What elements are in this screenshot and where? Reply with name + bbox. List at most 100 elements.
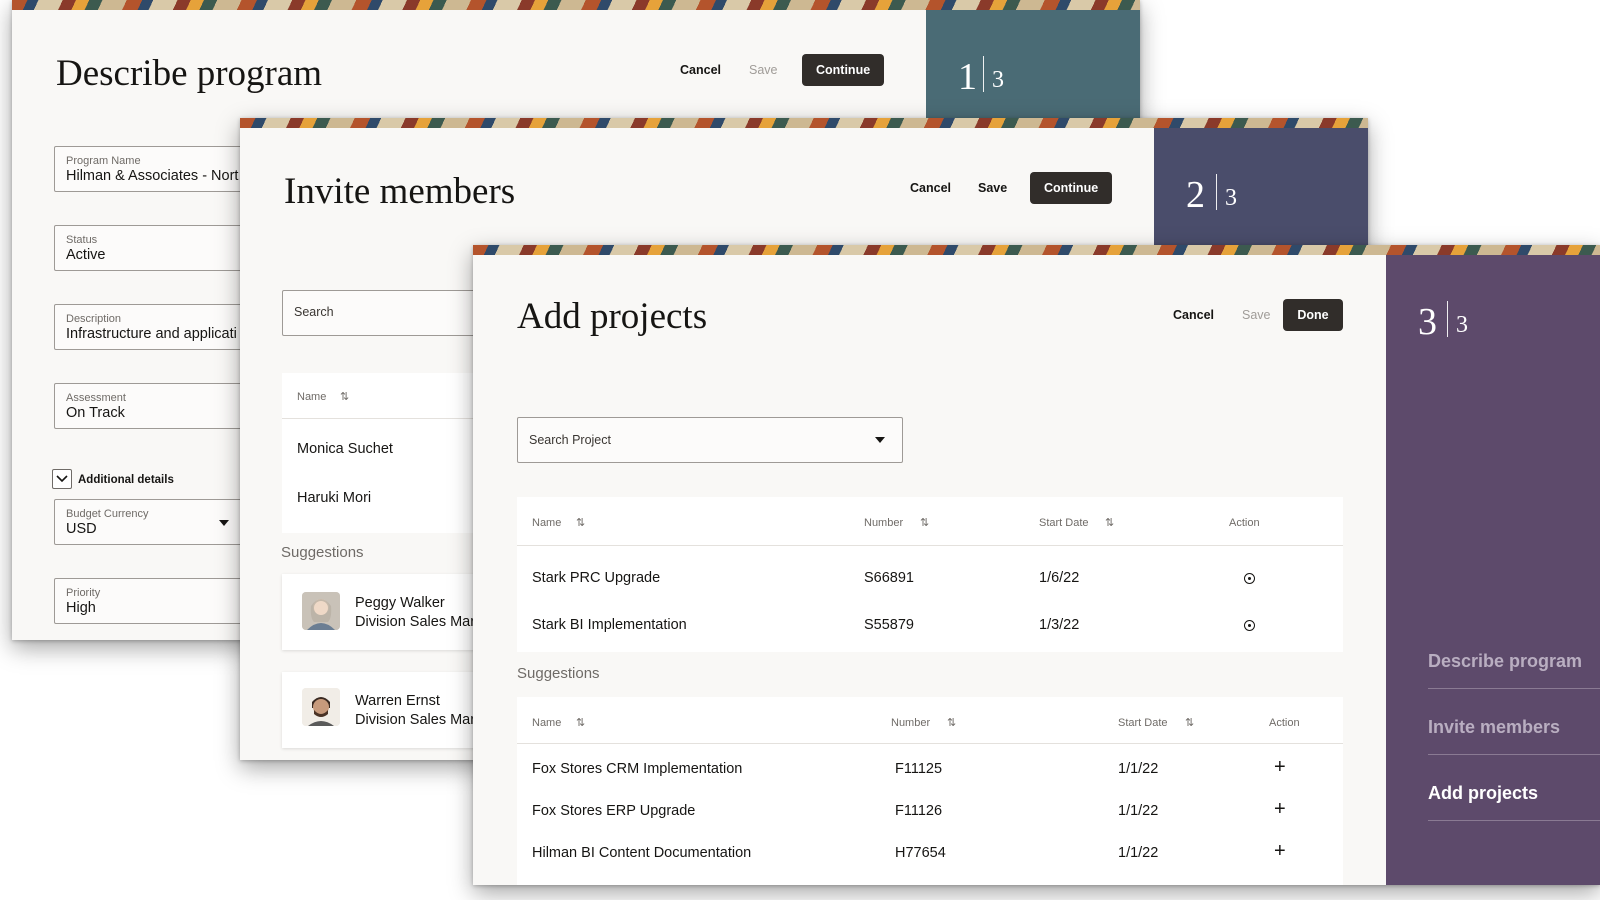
save-button[interactable]: Save xyxy=(978,172,1007,204)
add-icon[interactable]: + xyxy=(1274,841,1286,861)
step-current: 3 xyxy=(1418,301,1437,343)
suggestion-name: Peggy Walker xyxy=(355,595,445,611)
suggestions-label: Suggestions xyxy=(281,544,364,561)
project-number: H77654 xyxy=(895,845,946,861)
project-start-date: 1/1/22 xyxy=(1118,761,1159,777)
project-number: S66891 xyxy=(864,570,914,586)
nav-divider xyxy=(1428,754,1600,755)
project-start-date: 1/1/22 xyxy=(1118,803,1159,819)
field-value: USD xyxy=(66,521,97,537)
save-button[interactable]: Save xyxy=(749,54,778,86)
done-button[interactable]: Done xyxy=(1283,299,1343,331)
nav-item-add-projects[interactable]: Add projects xyxy=(1428,783,1538,804)
member-name: Haruki Mori xyxy=(297,490,372,506)
step-indicator: 2 3 xyxy=(1154,128,1368,246)
decorative-banner xyxy=(240,118,1368,128)
column-header-name: Name xyxy=(297,391,327,403)
additional-details-label: Additional details xyxy=(78,474,174,486)
header-divider xyxy=(517,545,1343,546)
add-icon[interactable]: + xyxy=(1274,799,1286,819)
nav-item-describe-program[interactable]: Describe program xyxy=(1428,651,1582,672)
page-title: Invite members xyxy=(284,171,516,212)
project-name: Hilman BI Content Documentation xyxy=(532,845,752,861)
remove-icon[interactable] xyxy=(1244,573,1255,584)
field-value: High xyxy=(66,600,96,616)
project-name: Fox Stores ERP Upgrade xyxy=(532,803,696,819)
field-value: Active xyxy=(66,247,106,263)
chevron-down-icon xyxy=(56,475,68,483)
column-header-name: Name xyxy=(532,517,562,529)
sort-icon[interactable]: ⇅ xyxy=(576,516,585,529)
project-name: Stark PRC Upgrade xyxy=(532,570,661,586)
column-header-name: Name xyxy=(532,717,562,729)
column-header-start-date: Start Date xyxy=(1039,517,1089,529)
continue-button[interactable]: Continue xyxy=(802,54,884,86)
add-projects-panel: Add projects Cancel Save Done 3 3 Descri… xyxy=(473,245,1600,885)
member-name: Monica Suchet xyxy=(297,441,393,457)
field-label: Assessment xyxy=(66,392,126,404)
continue-button[interactable]: Continue xyxy=(1030,172,1112,204)
project-start-date: 1/1/22 xyxy=(1118,845,1159,861)
suggestion-name: Warren Ernst xyxy=(355,693,440,709)
column-header-start-date: Start Date xyxy=(1118,717,1168,729)
suggested-projects-table: Name ⇅ Number ⇅ Start Date ⇅ Action Fox … xyxy=(517,697,1343,885)
column-header-number: Number xyxy=(891,717,931,729)
step-total: 3 xyxy=(1225,185,1237,211)
sort-icon[interactable]: ⇅ xyxy=(1185,716,1194,729)
project-name: Fox Stores CRM Implementation xyxy=(532,761,743,777)
step-current: 2 xyxy=(1186,174,1205,216)
additional-details-toggle[interactable] xyxy=(52,469,72,489)
header-divider xyxy=(517,743,1343,744)
remove-icon[interactable] xyxy=(1244,620,1255,631)
nav-divider xyxy=(1428,688,1600,689)
project-start-date: 1/6/22 xyxy=(1039,570,1080,586)
step-divider xyxy=(983,56,984,92)
sort-icon[interactable]: ⇅ xyxy=(947,716,956,729)
sort-icon[interactable]: ⇅ xyxy=(920,516,929,529)
chevron-down-icon xyxy=(219,520,229,526)
add-icon[interactable]: + xyxy=(1274,757,1286,777)
page-title: Describe program xyxy=(56,53,323,94)
field-value: On Track xyxy=(66,405,125,421)
page-title: Add projects xyxy=(517,296,708,337)
budget-currency-select[interactable]: Budget Currency USD xyxy=(54,499,250,545)
step-divider xyxy=(1216,174,1217,210)
projects-table: Name ⇅ Number ⇅ Start Date ⇅ Action Star… xyxy=(517,497,1343,652)
project-name: Stark BI Implementation xyxy=(532,617,687,633)
cancel-button[interactable]: Cancel xyxy=(910,172,951,204)
suggestions-label: Suggestions xyxy=(517,665,600,682)
column-header-number: Number xyxy=(864,517,904,529)
avatar xyxy=(302,592,340,630)
decorative-banner xyxy=(12,0,1140,10)
wizard-composite: Describe program Cancel Save Continue 1 … xyxy=(0,0,1600,900)
project-number: S55879 xyxy=(864,617,914,633)
project-number: F11125 xyxy=(895,761,943,777)
sort-icon[interactable]: ⇅ xyxy=(576,716,585,729)
save-button[interactable]: Save xyxy=(1242,299,1271,331)
field-label: Program Name xyxy=(66,155,141,167)
suggestion-role: Division Sales Mar xyxy=(355,712,476,728)
avatar xyxy=(302,688,340,726)
step-indicator: 1 3 xyxy=(926,10,1140,118)
search-project-select[interactable]: Search Project xyxy=(517,417,903,463)
field-label: Priority xyxy=(66,587,101,599)
column-header-action: Action xyxy=(1269,717,1300,729)
column-header-action: Action xyxy=(1229,517,1260,529)
step-current: 1 xyxy=(958,56,977,98)
sort-icon[interactable]: ⇅ xyxy=(340,390,349,403)
search-placeholder: Search xyxy=(294,305,334,319)
field-label: Budget Currency xyxy=(66,508,149,520)
project-start-date: 1/3/22 xyxy=(1039,617,1080,633)
suggestion-role: Division Sales Mar xyxy=(355,614,476,630)
step-sidebar: 3 3 Describe program Invite members Add … xyxy=(1386,255,1600,885)
field-value: Hilman & Associates - Nort xyxy=(66,168,239,184)
field-label: Description xyxy=(66,313,122,325)
field-label: Status xyxy=(66,234,98,246)
sort-icon[interactable]: ⇅ xyxy=(1105,516,1114,529)
step-divider xyxy=(1447,301,1448,337)
chevron-down-icon xyxy=(875,437,885,443)
nav-item-invite-members[interactable]: Invite members xyxy=(1428,717,1560,738)
cancel-button[interactable]: Cancel xyxy=(1173,299,1214,331)
field-value: Infrastructure and applicati xyxy=(66,326,237,342)
cancel-button[interactable]: Cancel xyxy=(680,54,721,86)
